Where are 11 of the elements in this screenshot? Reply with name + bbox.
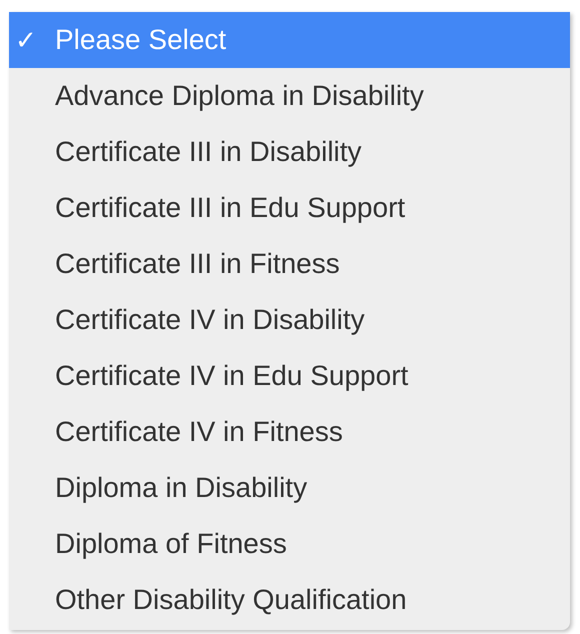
menu-item[interactable]: Diploma of Fitness <box>9 516 570 572</box>
check-mark: ✓ <box>15 24 37 56</box>
menu-item[interactable]: Certificate IV in Edu Support <box>9 348 570 404</box>
menu-item[interactable]: Certificate III in Fitness <box>9 236 570 292</box>
menu-item[interactable]: Advance Diploma in Disability <box>9 68 570 124</box>
menu-item[interactable]: Certificate III in Edu Support <box>9 180 570 236</box>
menu-item[interactable]: Diploma in Disability <box>9 460 570 516</box>
menu-item[interactable]: Certificate IV in Disability <box>9 292 570 348</box>
menu-item[interactable]: Certificate IV in Fitness <box>9 404 570 460</box>
menu-item[interactable]: Certificate III in Disability <box>9 124 570 180</box>
menu-item[interactable]: Other Disability Qualification <box>9 572 570 628</box>
